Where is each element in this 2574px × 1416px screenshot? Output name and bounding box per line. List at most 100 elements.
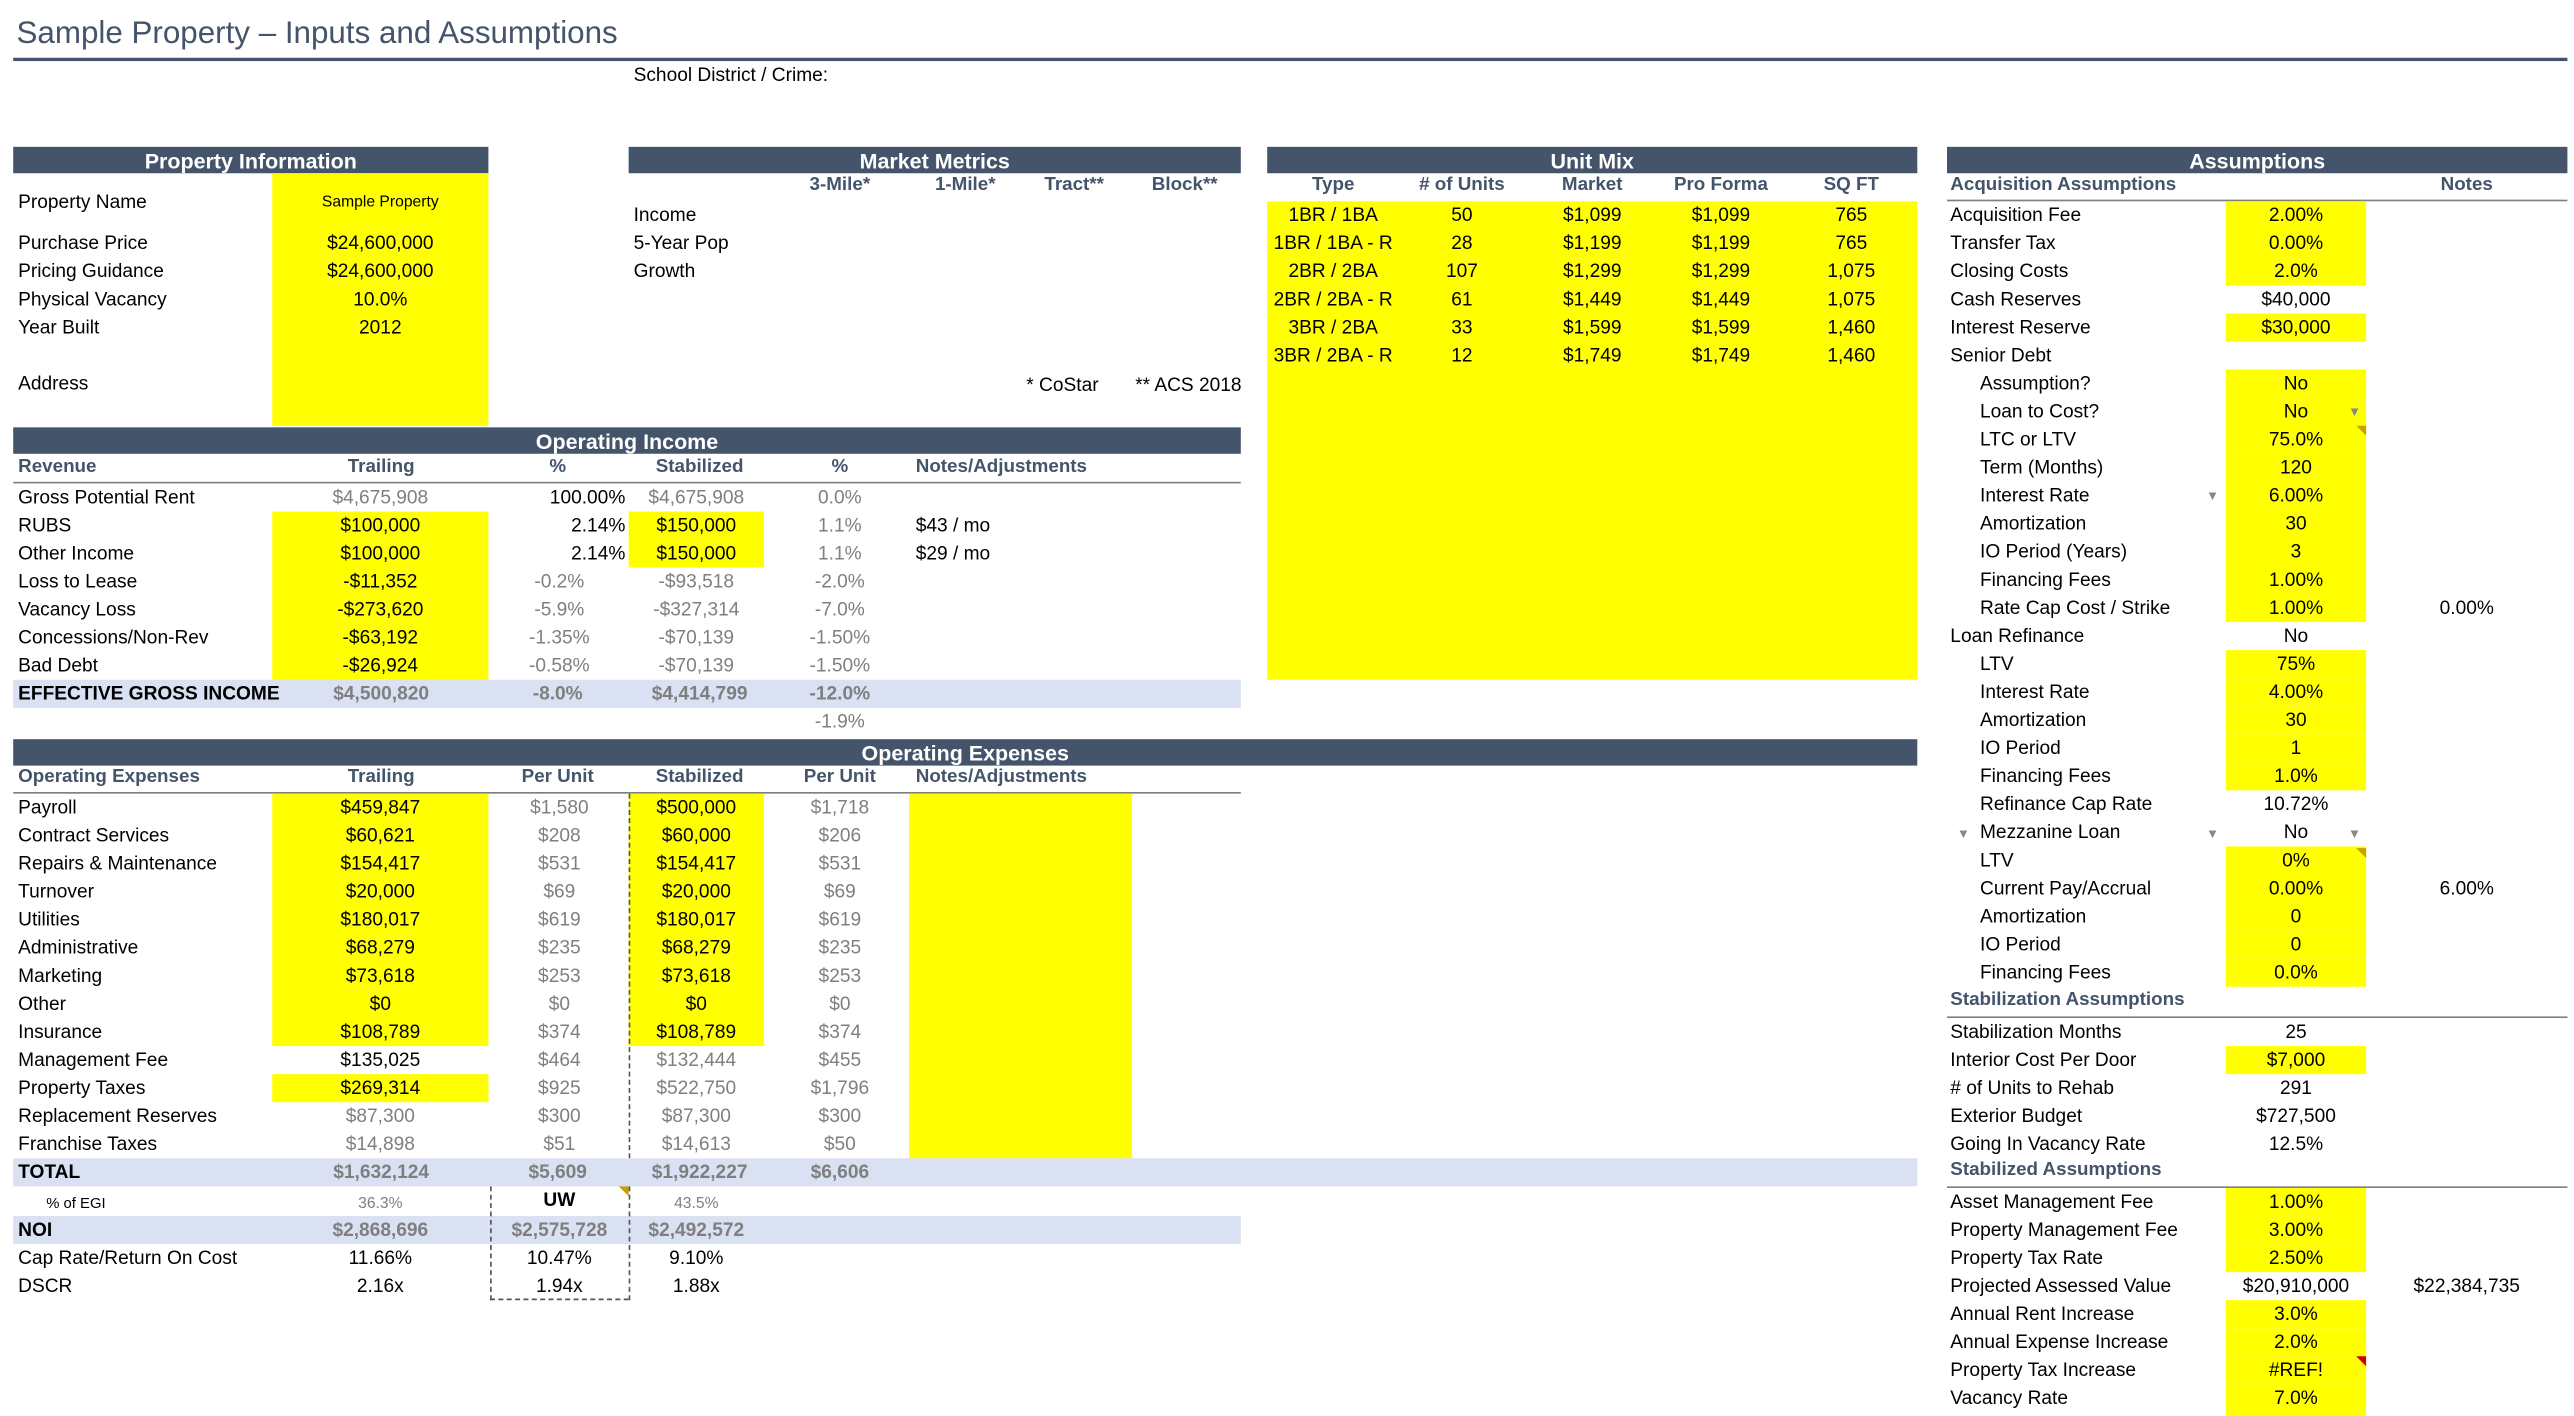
expense-trailing[interactable]: $20,000 bbox=[272, 878, 488, 906]
unit-mix-cell[interactable]: $1,449 bbox=[1647, 285, 1796, 313]
unit-mix-cell[interactable]: 2BR / 2BA bbox=[1259, 257, 1408, 285]
unit-mix-cell[interactable]: 33 bbox=[1388, 314, 1537, 342]
expense-stab-per-unit: $1,718 bbox=[810, 796, 870, 819]
assumption-value[interactable]: No bbox=[2226, 398, 2366, 426]
assumption-value[interactable]: 120 bbox=[2226, 454, 2366, 482]
income-trailing[interactable]: $100,000 bbox=[272, 512, 488, 540]
unit-mix-cell[interactable]: $1,099 bbox=[1647, 201, 1796, 229]
assumption-value[interactable]: 0% bbox=[2226, 846, 2366, 874]
unit-mix-cell[interactable]: 12 bbox=[1388, 342, 1537, 370]
assumption-value[interactable]: 30 bbox=[2226, 510, 2366, 538]
property-value[interactable]: Sample Property bbox=[272, 188, 488, 216]
assumption-value[interactable]: 3 bbox=[2226, 538, 2366, 566]
unit-mix-cell[interactable]: 1BR / 1BA - R bbox=[1259, 229, 1408, 257]
assumption-value[interactable]: 75.0% bbox=[2226, 426, 2366, 454]
unit-mix-cell[interactable]: 50 bbox=[1388, 201, 1537, 229]
stabilized-value[interactable]: 2.50% bbox=[2226, 1244, 2366, 1272]
unit-mix-cell[interactable]: $1,449 bbox=[1518, 285, 1667, 313]
income-trailing[interactable]: $100,000 bbox=[272, 540, 488, 568]
expense-trailing[interactable]: $60,621 bbox=[272, 822, 488, 850]
expense-trailing[interactable]: $269,314 bbox=[272, 1074, 488, 1102]
assumption-value[interactable]: $30,000 bbox=[2226, 314, 2366, 342]
stabilized-value[interactable]: 2.0% bbox=[2226, 1412, 2366, 1416]
expense-stab-per-unit: $235 bbox=[818, 937, 862, 959]
assumption-value[interactable]: 6.00% bbox=[2226, 482, 2366, 510]
assumption-value[interactable]: 0.00% bbox=[2226, 875, 2366, 903]
income-trailing[interactable]: -$273,620 bbox=[272, 596, 488, 624]
income-stabilized: -$70,139 bbox=[658, 655, 735, 677]
unit-mix-cell[interactable]: 61 bbox=[1388, 285, 1537, 313]
assumption-value[interactable]: 2.0% bbox=[2226, 257, 2366, 285]
expense-stabilized[interactable]: $20,000 bbox=[629, 878, 764, 906]
assumption-value[interactable]: 0.0% bbox=[2226, 959, 2366, 987]
assumption-value[interactable]: 1.0% bbox=[2226, 762, 2366, 790]
expense-trailing[interactable]: $73,618 bbox=[272, 962, 488, 990]
expense-stabilized[interactable]: $108,789 bbox=[629, 1018, 764, 1046]
expense-stabilized[interactable]: $68,279 bbox=[629, 934, 764, 962]
assumption-value[interactable]: 0 bbox=[2226, 931, 2366, 959]
stabilization-value[interactable]: $7,000 bbox=[2226, 1046, 2366, 1074]
assumption-value[interactable]: 0.00% bbox=[2226, 229, 2366, 257]
expense-stabilized[interactable]: $73,618 bbox=[629, 962, 764, 990]
expense-trailing[interactable]: $459,847 bbox=[272, 794, 488, 822]
unit-mix-cell[interactable]: $1,199 bbox=[1647, 229, 1796, 257]
income-stabilized[interactable]: $150,000 bbox=[629, 540, 764, 568]
income-trailing[interactable]: -$63,192 bbox=[272, 624, 488, 652]
assumption-value[interactable]: 1.00% bbox=[2226, 594, 2366, 622]
expense-trailing[interactable]: $0 bbox=[272, 990, 488, 1018]
expense-stabilized[interactable]: $500,000 bbox=[629, 794, 764, 822]
unit-mix-cell[interactable]: 1BR / 1BA bbox=[1259, 201, 1408, 229]
unit-mix-cell[interactable]: 1,460 bbox=[1777, 342, 1926, 370]
expense-stabilized[interactable]: $180,017 bbox=[629, 906, 764, 934]
unit-mix-cell[interactable]: 765 bbox=[1777, 201, 1926, 229]
stabilized-note bbox=[2401, 1244, 2533, 1272]
unit-mix-cell[interactable]: 3BR / 2BA bbox=[1259, 314, 1408, 342]
stabilized-value[interactable]: #REF! bbox=[2226, 1356, 2366, 1384]
assumption-value[interactable]: 1 bbox=[2226, 734, 2366, 762]
property-value[interactable]: 2012 bbox=[272, 314, 488, 342]
property-value[interactable]: $24,600,000 bbox=[272, 257, 488, 285]
unit-mix-cell[interactable]: 3BR / 2BA - R bbox=[1259, 342, 1408, 370]
property-value[interactable]: 10.0% bbox=[272, 285, 488, 313]
unit-mix-cell[interactable]: $1,199 bbox=[1518, 229, 1667, 257]
expense-stabilized[interactable]: $154,417 bbox=[629, 850, 764, 878]
assumption-label: Mezzanine Loan bbox=[1980, 821, 2121, 844]
assumption-value[interactable]: 0 bbox=[2226, 903, 2366, 931]
unit-mix-cell[interactable]: 107 bbox=[1388, 257, 1537, 285]
property-value[interactable] bbox=[272, 370, 488, 398]
income-trailing[interactable]: -$26,924 bbox=[272, 652, 488, 680]
expense-trailing[interactable]: $154,417 bbox=[272, 850, 488, 878]
assumption-value[interactable]: 2.00% bbox=[2226, 201, 2366, 229]
unit-mix-cell[interactable]: 1,075 bbox=[1777, 257, 1926, 285]
assumption-value[interactable]: No bbox=[2226, 370, 2366, 398]
unit-mix-cell[interactable]: 28 bbox=[1388, 229, 1537, 257]
unit-mix-cell[interactable]: $1,749 bbox=[1647, 342, 1796, 370]
stabilized-value[interactable]: 1.00% bbox=[2226, 1188, 2366, 1216]
unit-mix-cell[interactable]: $1,099 bbox=[1518, 201, 1667, 229]
income-stabilized[interactable]: $150,000 bbox=[629, 512, 764, 540]
property-value[interactable]: $24,600,000 bbox=[272, 229, 488, 257]
assumption-value[interactable]: 75% bbox=[2226, 650, 2366, 678]
stabilized-value[interactable]: 7.0% bbox=[2226, 1384, 2366, 1412]
expense-trailing[interactable]: $68,279 bbox=[272, 934, 488, 962]
unit-mix-cell[interactable]: $1,299 bbox=[1647, 257, 1796, 285]
unit-mix-cell[interactable]: 765 bbox=[1777, 229, 1926, 257]
assumption-value[interactable]: 4.00% bbox=[2226, 678, 2366, 706]
expense-stabilized[interactable]: $0 bbox=[629, 990, 764, 1018]
unit-mix-cell[interactable]: 2BR / 2BA - R bbox=[1259, 285, 1408, 313]
assumption-value[interactable]: 1.00% bbox=[2226, 566, 2366, 594]
unit-mix-cell[interactable]: 1,075 bbox=[1777, 285, 1926, 313]
unit-mix-cell[interactable]: 1,460 bbox=[1777, 314, 1926, 342]
unit-mix-cell[interactable]: $1,599 bbox=[1647, 314, 1796, 342]
stabilized-value[interactable]: 2.0% bbox=[2226, 1328, 2366, 1356]
expense-stabilized[interactable]: $60,000 bbox=[629, 822, 764, 850]
expense-trailing[interactable]: $108,789 bbox=[272, 1018, 488, 1046]
stabilized-value[interactable]: 3.0% bbox=[2226, 1300, 2366, 1328]
assumption-value[interactable]: 30 bbox=[2226, 706, 2366, 734]
unit-mix-cell[interactable]: $1,299 bbox=[1518, 257, 1667, 285]
stabilized-value[interactable]: 3.00% bbox=[2226, 1216, 2366, 1244]
unit-mix-cell[interactable]: $1,599 bbox=[1518, 314, 1667, 342]
income-trailing[interactable]: -$11,352 bbox=[272, 568, 488, 596]
unit-mix-cell[interactable]: $1,749 bbox=[1518, 342, 1667, 370]
expense-trailing[interactable]: $180,017 bbox=[272, 906, 488, 934]
